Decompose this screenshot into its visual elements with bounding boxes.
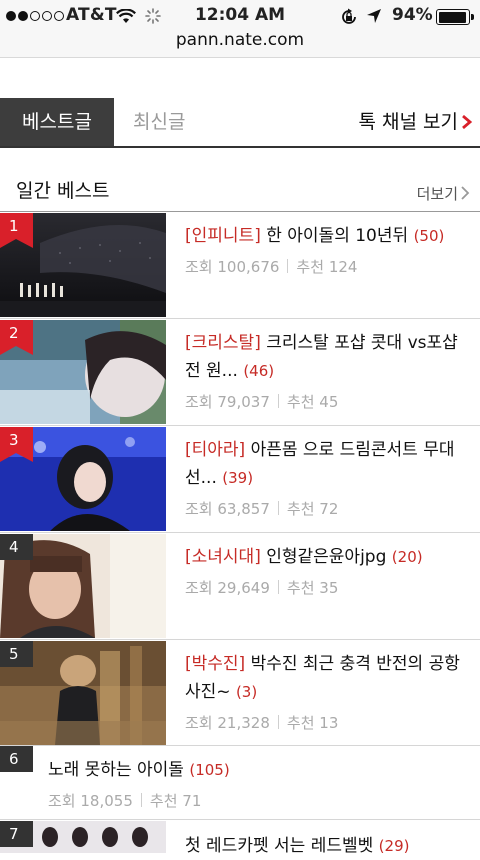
thumbnail-portrait[interactable]: 2 <box>0 320 166 424</box>
battery-percent: 94% <box>392 5 433 25</box>
comment-count: (29) <box>378 837 410 855</box>
rank-badge: 2 <box>0 320 33 355</box>
rank-badge: 3 <box>0 427 33 462</box>
chevron-right-icon[interactable] <box>460 115 474 129</box>
list-item[interactable]: 7 첫 레드카펫 서는 레드벨벳 (29) <box>0 820 480 856</box>
location-arrow-icon <box>367 9 381 23</box>
list-item[interactable]: 6 노래 못하는 아이돌 (105) 조회 18,055 추천 71 <box>0 746 480 820</box>
tab-bar: 베스트글 최신글 톡 채널 보기 <box>0 98 480 148</box>
rank-badge: 6 <box>0 746 33 772</box>
post-title[interactable]: [크리스탈] 크리스탈 포샵 콧대 vs포샵 전 원... (46) <box>185 329 464 385</box>
battery-icon <box>436 9 474 25</box>
post-title[interactable]: [박수진] 박수진 최근 충격 반전의 공항 사진~ (3) <box>185 650 464 706</box>
rank-badge: 4 <box>0 534 33 560</box>
tab-new[interactable]: 최신글 <box>133 98 185 146</box>
tab-best[interactable]: 베스트글 <box>0 98 114 146</box>
thumbnail-stage[interactable]: 3 <box>0 427 166 531</box>
post-stats: 조회 21,328 추천 13 <box>185 714 339 732</box>
list-item[interactable]: 5 [박수진] 박수진 최근 충격 반전의 공항 사진~ (3) 조회 21,3… <box>0 640 480 746</box>
comment-count: (105) <box>189 761 230 779</box>
rank-badge: 5 <box>0 641 33 667</box>
thumbnail-concert[interactable]: 1 <box>0 213 166 317</box>
thumbnail-portrait[interactable]: 4 <box>0 534 166 638</box>
post-title[interactable]: [소녀시대] 인형같은윤아jpg (20) <box>185 543 464 571</box>
post-stats: 조회 29,649 추천 35 <box>185 579 339 597</box>
list-item[interactable]: 1 [인피니트] 한 아이돌의 10년뒤 (50) 조회 100,676 추천 1… <box>0 212 480 319</box>
post-title[interactable]: [인피니트] 한 아이돌의 10년뒤 (50) <box>185 222 464 250</box>
post-stats: 조회 100,676 추천 124 <box>185 258 358 276</box>
post-title[interactable]: [티아라] 아픈몸 으로 드림콘서트 무대 선... (39) <box>185 436 464 492</box>
comment-count: (20) <box>391 548 423 566</box>
list-item[interactable]: 3 [티아라] 아픈몸 으로 드림콘서트 무대 선... (39) 조회 63,… <box>0 426 480 533</box>
comment-count: (50) <box>413 227 445 245</box>
section-header: 일간 베스트 더보기 <box>0 172 480 212</box>
talk-channel-link[interactable]: 톡 채널 보기 <box>359 98 458 146</box>
list-item[interactable]: 2 [크리스탈] 크리스탈 포샵 콧대 vs포샵 전 원... (46) 조회 … <box>0 319 480 426</box>
chevron-right-icon[interactable] <box>460 186 470 200</box>
status-bar: AT&T 12:04 AM 94% pann.nate.com <box>0 0 480 58</box>
rank-badge: 7 <box>0 821 33 847</box>
list-item[interactable]: 4 [소녀시대] 인형같은윤아jpg (20) 조회 29,649 추천 35 <box>0 533 480 640</box>
section-title: 일간 베스트 <box>16 180 110 202</box>
post-title[interactable]: 노래 못하는 아이돌 (105) <box>48 756 464 784</box>
post-stats: 조회 18,055 추천 71 <box>48 792 202 810</box>
thumbnail-red-carpet[interactable]: 7 <box>0 821 166 853</box>
post-stats: 조회 79,037 추천 45 <box>185 393 339 411</box>
comment-count: (39) <box>222 469 254 487</box>
url-bar[interactable]: pann.nate.com <box>0 30 480 50</box>
post-title[interactable]: 첫 레드카펫 서는 레드벨벳 (29) <box>185 832 464 860</box>
comment-count: (3) <box>235 683 258 701</box>
post-stats: 조회 63,857 추천 72 <box>185 500 339 518</box>
rank-badge: 1 <box>0 213 33 248</box>
more-link[interactable]: 더보기 <box>417 183 458 204</box>
rotation-lock-icon <box>342 8 356 24</box>
thumbnail-airport[interactable]: 5 <box>0 641 166 745</box>
comment-count: (46) <box>243 362 275 380</box>
